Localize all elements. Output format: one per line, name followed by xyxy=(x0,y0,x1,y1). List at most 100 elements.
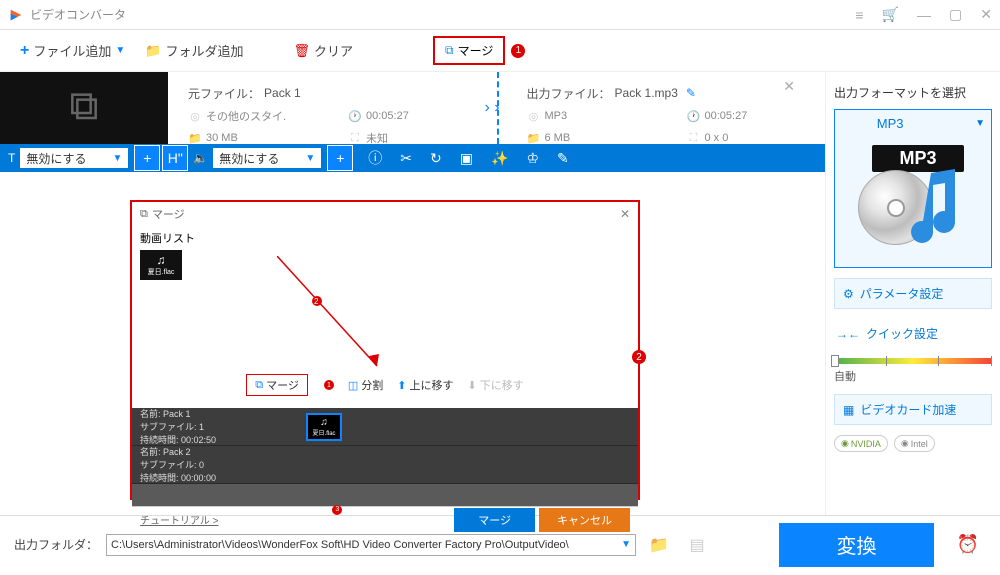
output-size: 6 MB xyxy=(545,132,571,144)
step-badge-2: 2 xyxy=(632,350,646,364)
source-label: 元ファイル： xyxy=(188,85,260,102)
subtitle-value: 無効にする xyxy=(26,150,86,167)
clear-button[interactable]: 🗑 クリア xyxy=(293,41,353,60)
clear-label: クリア xyxy=(314,41,353,60)
quick-settings-toggle[interactable]: →← クイック設定 xyxy=(834,319,992,348)
app-title: ビデオコンバータ xyxy=(30,6,126,23)
chevron-down-icon[interactable]: ▼ xyxy=(115,45,125,56)
browse-folder-button[interactable]: 📁 xyxy=(644,530,674,560)
slider-handle[interactable] xyxy=(831,355,839,367)
output-name: Pack 1.mp3 xyxy=(615,86,678,100)
slider-auto-label: 自動 xyxy=(834,368,992,384)
merge-action-button[interactable]: ⧉マージ xyxy=(246,374,308,396)
window-controls: ≡ 🛒 — ▢ ✕ xyxy=(855,6,992,23)
format-selector[interactable]: MP3 ▼ MP3 xyxy=(834,109,992,268)
chevron-down-icon: ▼ xyxy=(112,153,122,164)
merge-dialog: ⧉ マージ ✕ 動画リスト ♫ 夏日.flac 2 ⧉マージ 1 ◫分 xyxy=(130,200,640,500)
intel-badge: ◉Intel xyxy=(894,435,935,452)
merge-label: マージ xyxy=(458,42,494,59)
move-down-button: ⬇下に移す xyxy=(468,377,524,393)
edit-icon[interactable]: ✎ xyxy=(686,86,696,100)
dialog-cancel-button[interactable]: キャンセル xyxy=(539,508,630,532)
left-area: ✕ 元ファイル：Pack 1 ◎その他のスタイ. 🕐00:05:27 📁30 M… xyxy=(0,72,825,515)
arrow-up-icon: ⬆ xyxy=(397,379,406,392)
arrow-down-icon: ⬇ xyxy=(468,379,477,392)
move-up-button[interactable]: ⬆ 上に移す xyxy=(397,377,453,393)
chevron-down-icon: ▼ xyxy=(621,539,631,550)
video-thumbnail[interactable]: ♫ 夏日.flac xyxy=(140,250,182,280)
pack-row-2[interactable]: 名前: Pack 2 サブファイル: 0 持続時間: 00:00:00 xyxy=(132,446,638,484)
svg-text:2: 2 xyxy=(314,297,319,306)
move-up-label: 上に移す xyxy=(410,377,454,393)
minimize-button[interactable]: — xyxy=(917,7,931,23)
add-file-label: ファイル追加 xyxy=(33,41,111,60)
output-duration: 00:05:27 xyxy=(705,110,748,122)
clock-icon: 🕐 xyxy=(687,110,701,123)
source-style: その他のスタイ. xyxy=(206,108,286,124)
convert-button[interactable]: 変換 xyxy=(779,523,934,567)
split-label: 分割 xyxy=(361,377,383,393)
arrow-right-icon: › › xyxy=(485,99,500,117)
add-file-button[interactable]: + ファイル追加 ▼ xyxy=(20,41,125,60)
chevron-down-icon: ▼ xyxy=(305,153,315,164)
quality-slider[interactable] xyxy=(834,358,992,364)
dialog-footer: チュートリアル > 3 マージ キャンセル xyxy=(132,506,638,532)
merge-icon: ⧉ xyxy=(255,379,263,392)
clock-icon: 🕐 xyxy=(348,110,362,123)
pack1-thumbnail[interactable]: ♫ 夏日.flac xyxy=(306,413,342,441)
merge-action-label: マージ xyxy=(266,377,299,393)
format-icon: ◎ xyxy=(527,110,541,123)
parameter-settings-button[interactable]: ⚙ パラメータ設定 xyxy=(834,278,992,309)
pack-row-1[interactable]: 名前: Pack 1 サブファイル: 1 持続時間: 00:02:50 ♫ 夏日… xyxy=(132,408,638,446)
step-badge-1: 1 xyxy=(511,44,525,58)
music-note-icon xyxy=(903,163,968,253)
format-image: MP3 xyxy=(839,133,987,263)
nvidia-badge: ◉NVIDIA xyxy=(834,435,888,452)
source-size: 30 MB xyxy=(206,132,238,144)
pack-list: 名前: Pack 1 サブファイル: 1 持続時間: 00:02:50 ♫ 夏日… xyxy=(132,408,638,506)
pack2-time: 持続時間: 00:00:00 xyxy=(140,471,216,484)
step-badge-1-small: 1 xyxy=(324,380,334,390)
open-output-button[interactable]: ▤ xyxy=(682,530,712,560)
tutorial-link[interactable]: チュートリアル > xyxy=(140,512,219,527)
folder-icon: 📁 xyxy=(188,132,202,145)
intel-icon: ◉ xyxy=(901,438,909,449)
gpu-badges: ◉NVIDIA ◉Intel xyxy=(834,435,992,452)
dialog-merge-button[interactable]: マージ xyxy=(454,508,535,532)
remove-file-button[interactable]: ✕ xyxy=(783,78,795,95)
add-subtitle-button[interactable]: + xyxy=(134,145,160,171)
step-badge-3-small: 3 xyxy=(332,505,342,515)
gpu-accel-button[interactable]: ▦ ビデオカード加速 xyxy=(834,394,992,425)
folder-icon: 📁 xyxy=(527,132,541,145)
pack-list-footer xyxy=(132,484,638,506)
titlebar: ビデオコンバータ ≡ 🛒 — ▢ ✕ xyxy=(0,0,1000,30)
merge-icon: ⧉ xyxy=(140,208,148,221)
chevron-down-icon: ▼ xyxy=(975,118,985,129)
dialog-close-button[interactable]: ✕ xyxy=(620,207,630,221)
split-button[interactable]: ◫分割 xyxy=(348,377,383,393)
add-folder-button[interactable]: 📁 フォルダ追加 xyxy=(145,41,243,60)
cart-icon[interactable]: 🛒 xyxy=(882,6,899,23)
right-panel: 出力フォーマットを選択 MP3 ▼ MP3 ⚙ パラメータ設定 →← xyxy=(825,72,1000,515)
source-thumbnail xyxy=(0,72,168,144)
add-folder-label: フォルダ追加 xyxy=(165,41,243,60)
output-format: MP3 xyxy=(545,110,568,122)
merge-icon: ⧉ xyxy=(445,43,454,58)
hamburger-icon[interactable]: ≡ xyxy=(855,7,863,23)
subtitle-dropdown[interactable]: 無効にする ▼ xyxy=(19,147,129,169)
output-resolution: 0 x 0 xyxy=(705,132,729,144)
sliders-icon: ⚙ xyxy=(843,287,854,301)
output-format-title: 出力フォーマットを選択 xyxy=(834,84,992,101)
output-path-input[interactable]: C:\Users\Administrator\Videos\WonderFox … xyxy=(106,534,636,556)
merge-button-highlighted[interactable]: ⧉ マージ xyxy=(433,36,505,65)
app-logo-icon xyxy=(8,7,24,23)
dialog-body: 動画リスト ♫ 夏日.flac 2 ⧉マージ 1 ◫分割 ⬆上に移す ⬇下に移す xyxy=(132,226,638,400)
maximize-button[interactable]: ▢ xyxy=(949,6,962,23)
folder-plus-icon: 📁 xyxy=(145,43,161,59)
param-settings-label: パラメータ設定 xyxy=(860,285,944,302)
file-info-row: ✕ 元ファイル：Pack 1 ◎その他のスタイ. 🕐00:05:27 📁30 M… xyxy=(0,72,825,144)
alarm-icon[interactable]: ⏰ xyxy=(950,527,986,563)
output-label: 出力ファイル： xyxy=(527,85,611,102)
text-icon: T xyxy=(8,151,15,165)
close-button[interactable]: ✕ xyxy=(980,6,992,23)
